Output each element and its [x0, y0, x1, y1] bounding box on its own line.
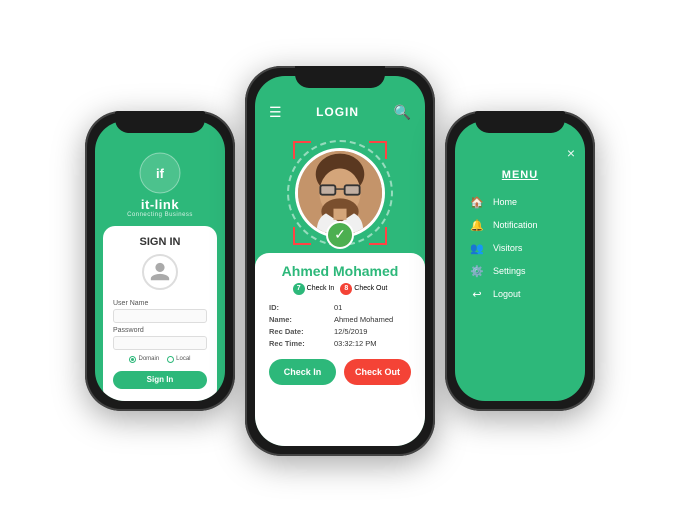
domain-option[interactable]: Domain: [129, 356, 159, 363]
avatar-icon: [142, 254, 178, 290]
checkout-status: 8 Check Out: [340, 283, 387, 295]
settings-icon: ⚙️: [469, 265, 485, 278]
check-in-button[interactable]: Check In: [269, 359, 336, 385]
menu-label-notification: Notification: [493, 220, 538, 230]
auth-type-row: Domain Local: [129, 356, 190, 363]
menu-icon[interactable]: ☰: [269, 104, 282, 121]
sign-in-card: SIGN IN User Name Password Domain: [103, 226, 217, 401]
rec-time-label: Rec Time:: [269, 339, 334, 348]
scan-corner-bl: [293, 227, 311, 245]
local-option[interactable]: Local: [167, 356, 190, 363]
scene: if it-link Connecting Business SIGN IN U…: [65, 46, 615, 476]
sign-in-title: SIGN IN: [140, 236, 181, 248]
close-button[interactable]: ×: [567, 145, 575, 161]
username-input[interactable]: [113, 309, 207, 323]
check-out-button[interactable]: Check Out: [344, 359, 411, 385]
name-row: Name: Ahmed Mohamed: [269, 315, 411, 324]
brand-sub: Connecting Business: [127, 212, 193, 218]
visitors-icon: 👥: [469, 242, 485, 255]
brand-logo: if: [138, 151, 182, 195]
person-icon: [149, 261, 171, 283]
scan-corner-br: [369, 227, 387, 245]
notification-icon: 🔔: [469, 219, 485, 232]
logout-icon: ↩: [469, 288, 485, 301]
status-row: 7 Check In 8 Check Out: [269, 283, 411, 295]
notch-left: [115, 111, 205, 133]
menu-label-visitors: Visitors: [493, 243, 522, 253]
notch-right: [475, 111, 565, 133]
id-label: ID:: [269, 303, 334, 312]
notch-center: [295, 66, 385, 88]
rec-time-row: Rec Time: 03:32:12 PM: [269, 339, 411, 348]
local-label: Local: [176, 356, 190, 362]
rec-date-row: Rec Date: 12/5/2019: [269, 327, 411, 336]
password-label: Password: [113, 327, 144, 334]
menu-item-settings[interactable]: ⚙️ Settings: [465, 260, 575, 283]
username-label: User Name: [113, 300, 148, 307]
rec-date-value: 12/5/2019: [334, 327, 367, 336]
face-area: ✓: [255, 133, 425, 253]
svg-text:if: if: [156, 166, 165, 181]
rec-time-value: 03:32:12 PM: [334, 339, 377, 348]
action-row: Check In Check Out: [269, 359, 411, 385]
checkout-status-label: Check Out: [354, 285, 387, 292]
menu-title: MENU: [465, 169, 575, 181]
checkin-dot: 7: [293, 283, 305, 295]
sign-in-button[interactable]: Sign In: [113, 371, 207, 389]
left-screen: if it-link Connecting Business SIGN IN U…: [95, 121, 225, 401]
local-radio[interactable]: [167, 356, 174, 363]
menu-item-visitors[interactable]: 👥 Visitors: [465, 237, 575, 260]
menu-item-logout[interactable]: ↩ Logout: [465, 283, 575, 306]
scan-corner-tl: [293, 141, 311, 159]
id-value: 01: [334, 303, 342, 312]
checkin-status: 7 Check In: [293, 283, 335, 295]
name-label: Name:: [269, 315, 334, 324]
menu-label-settings: Settings: [493, 266, 526, 276]
domain-label: Domain: [138, 356, 159, 362]
check-badge: ✓: [326, 221, 354, 249]
person-name: Ahmed Mohamed: [269, 263, 411, 279]
phone-left: if it-link Connecting Business SIGN IN U…: [85, 111, 235, 411]
rec-date-label: Rec Date:: [269, 327, 334, 336]
phone-center: ☰ LOGIN 🔍: [245, 66, 435, 456]
checkout-dot: 8: [340, 283, 352, 295]
menu-label-logout: Logout: [493, 289, 521, 299]
id-row: ID: 01: [269, 303, 411, 312]
header-title: LOGIN: [316, 105, 359, 119]
right-screen: × MENU 🏠 Home 🔔 Notification 👥 Visitors …: [455, 121, 585, 401]
brand-name: it-link: [141, 197, 179, 212]
name-value: Ahmed Mohamed: [334, 315, 393, 324]
phone-right: × MENU 🏠 Home 🔔 Notification 👥 Visitors …: [445, 111, 595, 411]
logo-area: if it-link Connecting Business: [127, 151, 193, 218]
menu-item-notification[interactable]: 🔔 Notification: [465, 214, 575, 237]
search-icon[interactable]: 🔍: [394, 104, 411, 121]
info-card: Ahmed Mohamed 7 Check In 8 Check Out ID:: [255, 253, 425, 446]
home-icon: 🏠: [469, 196, 485, 209]
scan-corner-tr: [369, 141, 387, 159]
menu-item-home[interactable]: 🏠 Home: [465, 191, 575, 214]
checkin-status-label: Check In: [307, 285, 335, 292]
password-input[interactable]: [113, 336, 207, 350]
center-screen: ☰ LOGIN 🔍: [255, 76, 425, 446]
domain-radio[interactable]: [129, 356, 136, 363]
menu-label-home: Home: [493, 197, 517, 207]
